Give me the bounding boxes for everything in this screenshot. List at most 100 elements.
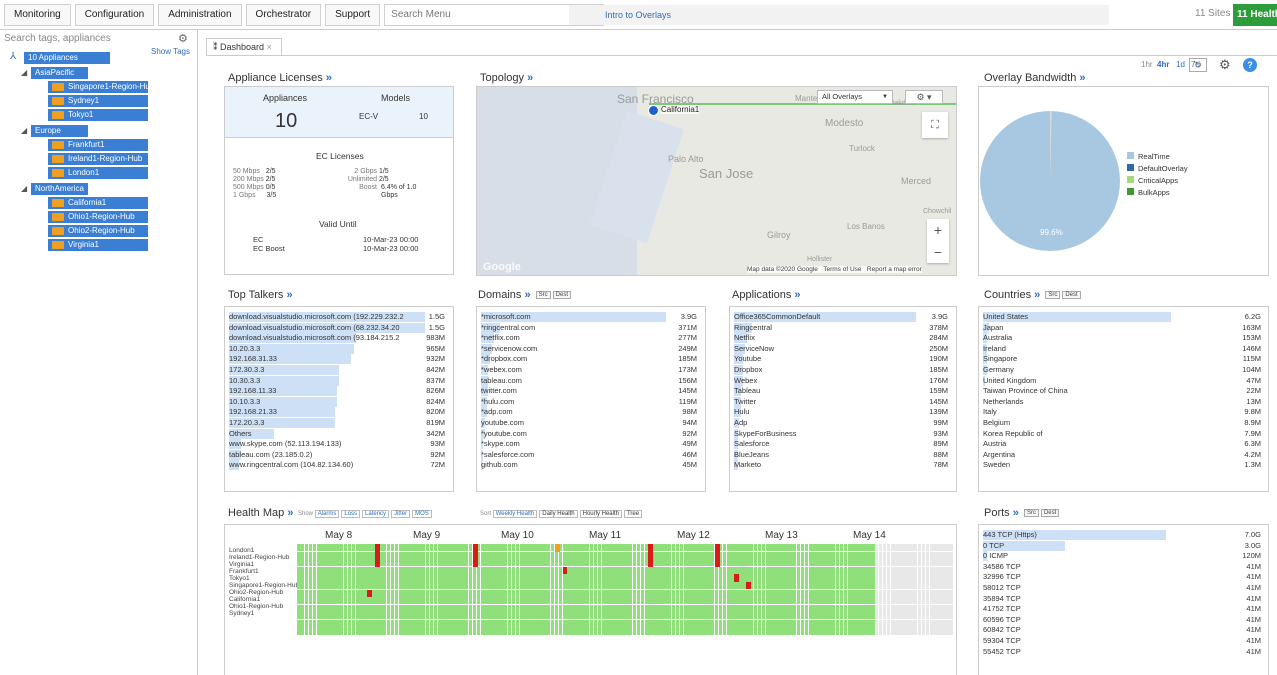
list-item[interactable]: Belgium 8.9M bbox=[983, 418, 1261, 428]
list-item[interactable]: 0 TCP 3.0G bbox=[983, 540, 1261, 551]
list-item[interactable]: 172.30.3.3 842M bbox=[229, 365, 445, 375]
list-item[interactable]: tableau.com (23.185.0.2) 92M bbox=[229, 449, 445, 460]
list-item[interactable]: *ringcentral.com 371M bbox=[481, 322, 697, 333]
collapse-icon[interactable]: ◢ bbox=[21, 126, 27, 135]
time-1hr[interactable]: 1hr bbox=[1141, 60, 1153, 69]
list-item[interactable]: Youtube 190M bbox=[734, 354, 948, 365]
show-loss[interactable]: Loss bbox=[341, 510, 361, 518]
tree-appliance[interactable]: London1 bbox=[48, 167, 148, 179]
list-item[interactable]: United Kingdom 47M bbox=[983, 375, 1261, 386]
tree-appliance[interactable]: Ireland1-Region-Hub bbox=[48, 153, 148, 165]
list-item[interactable]: github.com 45M bbox=[481, 460, 697, 471]
list-item[interactable]: Argentina 4.2M bbox=[983, 450, 1261, 460]
list-item[interactable]: Japan 163M bbox=[983, 322, 1261, 333]
show-mos[interactable]: MOS bbox=[412, 510, 432, 518]
health-badge[interactable]: 11 Healthy bbox=[1233, 4, 1277, 26]
src-toggle[interactable]: Src bbox=[1023, 509, 1039, 518]
map-footer[interactable]: Map data ©2020 Google Terms of Use Repor… bbox=[747, 266, 922, 273]
list-item[interactable]: 443 TCP (Https) 7.0G bbox=[983, 530, 1261, 540]
appliance-marker[interactable] bbox=[648, 105, 659, 116]
list-item[interactable]: 32996 TCP 41M bbox=[983, 572, 1261, 582]
list-item[interactable]: *skype.com 49M bbox=[481, 439, 697, 450]
licenses-title[interactable]: Appliance Licenses » bbox=[228, 72, 332, 84]
dest-toggle[interactable]: Dest bbox=[1062, 291, 1081, 300]
sort-daily[interactable]: Daily Health bbox=[539, 510, 578, 518]
list-item[interactable]: Taiwan Province of China 22M bbox=[983, 386, 1261, 396]
talkers-title[interactable]: Top Talkers » bbox=[228, 289, 293, 301]
topology-map[interactable]: San Francisco Palo Alto San Jose Modesto… bbox=[476, 86, 957, 276]
list-item[interactable]: download.visualstudio.microsoft.com (93.… bbox=[229, 333, 445, 344]
time-1d[interactable]: 1d bbox=[1176, 60, 1185, 69]
tree-root[interactable]: 10 Appliances bbox=[24, 52, 110, 64]
list-item[interactable]: *hulu.com 119M bbox=[481, 396, 697, 407]
zoom-in-icon[interactable]: + bbox=[927, 219, 949, 241]
src-toggle[interactable]: Src bbox=[535, 291, 551, 300]
list-item[interactable]: Adp 99M bbox=[734, 418, 948, 428]
list-item[interactable]: Germany 104M bbox=[983, 365, 1261, 375]
list-item[interactable]: 192.168.31.33 932M bbox=[229, 354, 445, 365]
list-item[interactable]: *webex.com 173M bbox=[481, 365, 697, 375]
map-settings-icon[interactable]: ⚙ ▾ bbox=[905, 90, 943, 104]
list-item[interactable]: Singapore 115M bbox=[983, 354, 1261, 365]
applications-title[interactable]: Applications » bbox=[732, 289, 801, 301]
sort-tree[interactable]: Tree bbox=[623, 510, 643, 518]
sort-weekly[interactable]: Weekly Health bbox=[492, 510, 538, 518]
close-icon[interactable]: × bbox=[267, 42, 272, 52]
list-item[interactable]: *microsoft.com 3.9G bbox=[481, 312, 697, 322]
tag-search-input[interactable]: Search tags, appliances bbox=[4, 33, 111, 44]
list-item[interactable]: www.ringcentral.com (104.82.134.60) 72M bbox=[229, 460, 445, 471]
list-item[interactable]: Dropbox 185M bbox=[734, 365, 948, 375]
list-item[interactable]: 60596 TCP 41M bbox=[983, 615, 1261, 625]
list-item[interactable]: BlueJeans 88M bbox=[734, 449, 948, 460]
bandwidth-title[interactable]: Overlay Bandwidth » bbox=[984, 72, 1086, 84]
collapse-icon[interactable]: ◢ bbox=[21, 68, 27, 77]
health-grid[interactable] bbox=[297, 544, 953, 635]
list-item[interactable]: Australia 153M bbox=[983, 333, 1261, 344]
list-item[interactable]: Webex 176M bbox=[734, 375, 948, 386]
list-item[interactable]: Austria 6.3M bbox=[983, 439, 1261, 449]
list-item[interactable]: *netflix.com 277M bbox=[481, 333, 697, 344]
list-item[interactable]: 10.30.3.3 837M bbox=[229, 375, 445, 386]
tree-appliance[interactable]: Ohio1-Region-Hub bbox=[48, 211, 148, 223]
health-title[interactable]: Health Map » bbox=[228, 507, 293, 519]
list-item[interactable]: Hulu 139M bbox=[734, 407, 948, 418]
list-item[interactable]: 10.20.3.3 965M bbox=[229, 343, 445, 354]
overlay-select[interactable]: All Overlays ▼ bbox=[817, 90, 893, 104]
list-item[interactable]: 59304 TCP 41M bbox=[983, 636, 1261, 646]
tree-group-northamerica[interactable]: NorthAmerica bbox=[31, 183, 88, 195]
list-item[interactable]: download.visualstudio.microsoft.com (192… bbox=[229, 312, 445, 322]
list-item[interactable]: 34586 TCP 41M bbox=[983, 562, 1261, 572]
list-item[interactable]: Office365CommonDefault 3.9G bbox=[734, 312, 948, 322]
list-item[interactable]: Netherlands 13M bbox=[983, 397, 1261, 407]
list-item[interactable]: Twitter 145M bbox=[734, 396, 948, 407]
gear-icon[interactable]: ⚙ bbox=[178, 32, 188, 45]
list-item[interactable]: 192.168.11.33 826M bbox=[229, 386, 445, 397]
list-item[interactable]: Marketo 78M bbox=[734, 460, 948, 471]
src-toggle[interactable]: Src bbox=[1045, 291, 1061, 300]
list-item[interactable]: 192.168.21.33 820M bbox=[229, 407, 445, 418]
nav-monitoring[interactable]: Monitoring bbox=[4, 3, 71, 26]
list-item[interactable]: youtube.com 94M bbox=[481, 418, 697, 428]
list-item[interactable]: *youtube.com 92M bbox=[481, 428, 697, 439]
show-tags-link[interactable]: Show Tags bbox=[151, 47, 190, 56]
list-item[interactable]: ServiceNow 250M bbox=[734, 343, 948, 354]
list-item[interactable]: 60842 TCP 41M bbox=[983, 625, 1261, 635]
intro-overlays-link[interactable]: Intro to Overlays bbox=[569, 5, 1109, 25]
time-4hr[interactable]: 4hr bbox=[1157, 60, 1169, 69]
tree-appliance[interactable]: Tokyo1 bbox=[48, 109, 148, 121]
list-item[interactable]: United States 6.2G bbox=[983, 312, 1261, 322]
list-item[interactable]: Sweden 1.3M bbox=[983, 460, 1261, 470]
nav-orchestrator[interactable]: Orchestrator bbox=[245, 3, 322, 26]
list-item[interactable]: 35894 TCP 41M bbox=[983, 594, 1261, 604]
list-item[interactable]: Italy 9.8M bbox=[983, 407, 1261, 417]
list-item[interactable]: Tableau 159M bbox=[734, 386, 948, 397]
list-item[interactable]: 172.20.3.3 819M bbox=[229, 418, 445, 428]
domains-title[interactable]: Domains » Src Dest bbox=[478, 289, 571, 301]
settings-gear-icon[interactable]: ⚙ bbox=[1219, 57, 1231, 73]
list-item[interactable]: Others 342M bbox=[229, 428, 445, 439]
list-item[interactable]: twitter.com 145M bbox=[481, 386, 697, 397]
list-item[interactable]: download.visualstudio.microsoft.com (68.… bbox=[229, 322, 445, 333]
tree-appliance[interactable]: Ohio2-Region-Hub bbox=[48, 225, 148, 237]
topology-title[interactable]: Topology » bbox=[480, 72, 533, 84]
nav-administration[interactable]: Administration bbox=[158, 3, 242, 26]
